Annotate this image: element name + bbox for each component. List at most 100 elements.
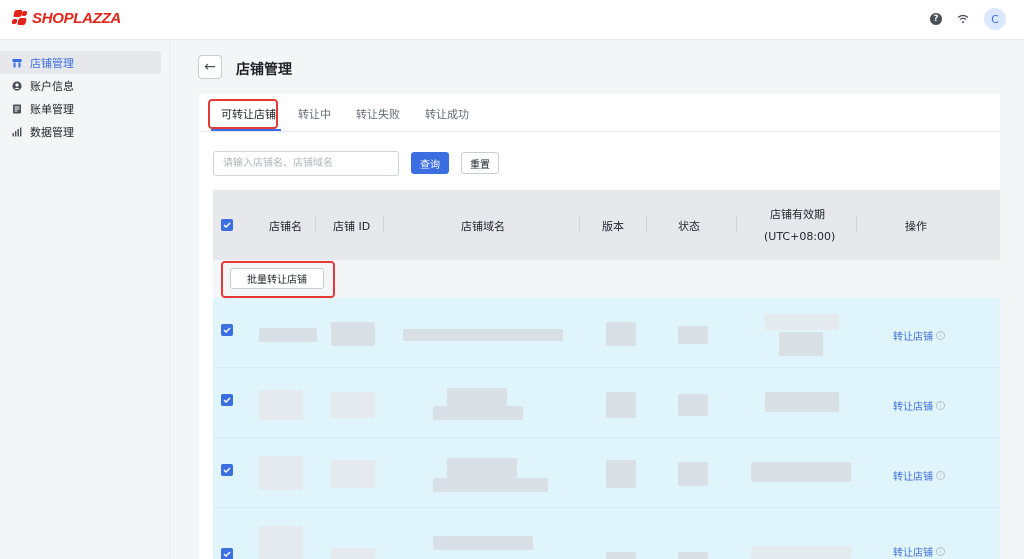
column-header-store-id: 店铺 ID bbox=[333, 220, 371, 233]
column-header-status: 状态 bbox=[678, 220, 700, 233]
transfer-store-link[interactable]: 转让店铺 i bbox=[893, 544, 945, 559]
check-icon bbox=[223, 327, 231, 333]
column-divider bbox=[856, 216, 857, 232]
reset-button[interactable]: 重置 bbox=[461, 152, 499, 174]
redacted-domain bbox=[403, 329, 563, 341]
redacted-status bbox=[678, 462, 708, 486]
redacted-version bbox=[606, 552, 636, 559]
query-button[interactable]: 查询 bbox=[411, 152, 449, 174]
back-button[interactable]: ← bbox=[198, 55, 222, 79]
column-header-version: 版本 bbox=[602, 220, 624, 233]
table-body: 转让店铺 i 转让店铺 i 转让店铺 i 转让店铺 i bbox=[213, 298, 1000, 559]
shoplazza-logo[interactable]: SHOPLAZZA bbox=[11, 9, 121, 27]
column-header-expiry: 店铺有效期 bbox=[770, 208, 825, 221]
table-row[interactable]: 转让店铺 i bbox=[213, 508, 1000, 559]
active-tab-indicator bbox=[211, 129, 281, 131]
transfer-store-label: 转让店铺 bbox=[893, 548, 933, 559]
column-divider bbox=[736, 216, 737, 232]
column-header-domain: 店铺域名 bbox=[461, 220, 505, 233]
info-icon[interactable]: i bbox=[936, 547, 945, 556]
sidebar-item-store-management[interactable]: 店铺管理 bbox=[0, 51, 161, 74]
sidebar-item-account-info[interactable]: 账户信息 bbox=[0, 74, 161, 97]
search-input[interactable]: 请输入店铺名、店铺域名 bbox=[213, 151, 399, 176]
batch-action-row: 批量转让店铺 bbox=[213, 260, 1000, 298]
tab-transfer-failed[interactable]: 转让失败 bbox=[356, 106, 400, 122]
redacted-expiry bbox=[765, 392, 839, 412]
redacted-store-name bbox=[259, 328, 317, 342]
transfer-store-link[interactable]: 转让店铺 i bbox=[893, 328, 945, 343]
redacted-status bbox=[678, 552, 708, 559]
tab-transferring[interactable]: 转让中 bbox=[298, 106, 331, 122]
page-title: 店铺管理 bbox=[236, 62, 292, 78]
redacted-domain bbox=[433, 478, 548, 492]
sidebar-item-billing[interactable]: 账单管理 bbox=[0, 97, 161, 120]
bill-icon bbox=[12, 104, 22, 114]
redacted-store-id bbox=[331, 392, 375, 418]
wifi-icon[interactable] bbox=[956, 13, 970, 25]
row-checkbox[interactable] bbox=[221, 464, 233, 476]
redacted-domain bbox=[433, 536, 533, 550]
column-header-store-name: 店铺名 bbox=[269, 220, 302, 233]
transfer-store-link[interactable]: 转让店铺 i bbox=[893, 468, 945, 483]
column-divider bbox=[579, 216, 580, 232]
redacted-domain bbox=[447, 388, 507, 406]
check-icon bbox=[223, 467, 231, 473]
redacted-expiry bbox=[765, 314, 839, 330]
check-icon bbox=[223, 397, 231, 403]
chart-icon bbox=[12, 127, 22, 137]
table-row[interactable]: 转让店铺 i bbox=[213, 298, 1000, 368]
check-icon bbox=[223, 222, 231, 228]
redacted-store-name bbox=[259, 456, 303, 490]
redacted-version bbox=[606, 322, 636, 346]
check-icon bbox=[223, 551, 231, 557]
info-icon[interactable]: i bbox=[936, 331, 945, 340]
user-icon bbox=[12, 80, 22, 91]
redacted-expiry bbox=[751, 546, 851, 559]
transfer-store-label: 转让店铺 bbox=[893, 332, 933, 343]
back-arrow-icon: ← bbox=[204, 59, 216, 75]
store-list-card: 可转让店铺 转让中 转让失败 转让成功 请输入店铺名、店铺域名 查询 重置 店铺… bbox=[199, 94, 1000, 559]
redacted-version bbox=[606, 460, 636, 488]
transfer-store-label: 转让店铺 bbox=[893, 472, 933, 483]
redacted-store-id bbox=[331, 548, 375, 559]
table-row[interactable]: 转让店铺 i bbox=[213, 368, 1000, 438]
redacted-domain bbox=[433, 406, 523, 420]
info-icon[interactable]: i bbox=[936, 471, 945, 480]
store-icon bbox=[12, 58, 22, 68]
row-checkbox[interactable] bbox=[221, 548, 233, 559]
column-divider bbox=[646, 216, 647, 232]
info-icon[interactable]: i bbox=[936, 401, 945, 410]
sidebar-item-label: 数据管理 bbox=[30, 125, 74, 139]
column-divider bbox=[315, 216, 316, 232]
help-icon[interactable]: ? bbox=[930, 13, 942, 25]
redacted-domain bbox=[447, 458, 517, 478]
row-checkbox[interactable] bbox=[221, 394, 233, 406]
logo-mark-icon bbox=[11, 9, 28, 27]
sidebar: 店铺管理 账户信息 账单管理 数据管理 bbox=[0, 40, 170, 559]
top-bar: SHOPLAZZA ? C bbox=[0, 0, 1024, 40]
redacted-status bbox=[678, 394, 708, 416]
redacted-expiry bbox=[779, 332, 823, 356]
transfer-store-link[interactable]: 转让店铺 i bbox=[893, 398, 945, 413]
redacted-version bbox=[606, 392, 636, 418]
row-checkbox[interactable] bbox=[221, 324, 233, 336]
column-header-expiry-timezone: (UTC+08:00) bbox=[764, 230, 836, 243]
table-row[interactable]: 转让店铺 i bbox=[213, 438, 1000, 508]
column-header-action: 操作 bbox=[905, 220, 927, 233]
redacted-store-name bbox=[259, 526, 303, 559]
transfer-store-label: 转让店铺 bbox=[893, 402, 933, 413]
select-all-checkbox[interactable] bbox=[221, 219, 233, 231]
brand-name: SHOPLAZZA bbox=[32, 9, 121, 27]
redacted-store-id bbox=[331, 322, 375, 346]
sidebar-item-data-management[interactable]: 数据管理 bbox=[0, 120, 161, 143]
highlight-box-tab bbox=[208, 99, 278, 129]
avatar[interactable]: C bbox=[984, 8, 1006, 30]
tab-bar: 可转让店铺 转让中 转让失败 转让成功 bbox=[199, 94, 1000, 132]
table-header: 店铺名 店铺 ID 店铺域名 版本 状态 店铺有效期 (UTC+08:00) 操… bbox=[213, 190, 1000, 260]
tab-transfer-succeeded[interactable]: 转让成功 bbox=[425, 106, 469, 122]
redacted-expiry bbox=[751, 462, 851, 482]
sidebar-item-label: 店铺管理 bbox=[30, 56, 74, 70]
redacted-store-name bbox=[259, 390, 303, 420]
sidebar-item-label: 账户信息 bbox=[30, 79, 74, 93]
redacted-store-id bbox=[331, 460, 375, 488]
